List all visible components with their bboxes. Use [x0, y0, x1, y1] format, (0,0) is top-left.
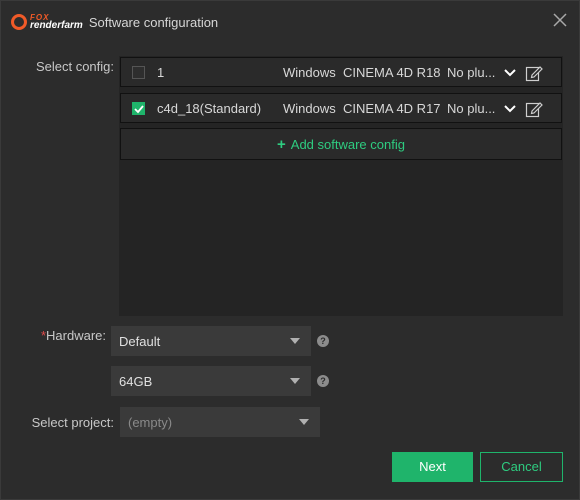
config-row-2[interactable]: c4d_18(Standard) Windows CINEMA 4D R17 N…	[120, 93, 562, 123]
config-os: Windows	[283, 64, 336, 80]
add-software-config-button[interactable]: + Add software config	[120, 128, 562, 160]
config-plugin: No plu...	[447, 64, 496, 80]
config-plugin: No plu...	[447, 100, 496, 116]
software-config-dialog: FOX renderfarm Software configuration Se…	[0, 0, 580, 500]
config-os: Windows	[283, 100, 336, 116]
help-icon[interactable]: ?	[317, 335, 329, 347]
chevron-down-icon[interactable]	[503, 102, 517, 116]
edit-icon[interactable]	[525, 100, 543, 118]
add-software-config-label: Add software config	[290, 136, 405, 152]
logo-ring-icon	[11, 14, 27, 30]
config-row-1[interactable]: 1 Windows CINEMA 4D R18 No plu...	[120, 57, 562, 87]
caret-down-icon	[290, 338, 300, 344]
foxrenderfarm-logo: FOX renderfarm	[11, 14, 83, 31]
config-software: CINEMA 4D R17	[343, 100, 441, 116]
help-icon[interactable]: ?	[317, 375, 329, 387]
cancel-button[interactable]: Cancel	[480, 452, 563, 482]
config-software: CINEMA 4D R18	[343, 64, 441, 80]
edit-icon[interactable]	[525, 64, 543, 82]
config-name: c4d_18(Standard)	[157, 100, 262, 116]
hardware-label: *Hardware:	[40, 328, 106, 343]
config-checkbox-1[interactable]	[132, 66, 145, 79]
dialog-title: Software configuration	[88, 14, 219, 30]
memory-select-value: 64GB	[119, 373, 153, 389]
project-select[interactable]: (empty)	[120, 407, 320, 437]
config-name: 1	[157, 64, 165, 80]
close-button[interactable]	[551, 12, 569, 30]
memory-select[interactable]: 64GB	[111, 366, 311, 396]
select-project-label: Select project:	[31, 415, 114, 430]
hardware-select-value: Default	[119, 333, 161, 349]
next-button[interactable]: Next	[392, 452, 473, 482]
hardware-select[interactable]: Default	[111, 326, 311, 356]
logo-renderfarm-text: renderfarm	[30, 20, 83, 31]
title-bar: FOX renderfarm Software configuration	[1, 1, 579, 43]
config-list: 1 Windows CINEMA 4D R18 No plu... c4d_18…	[119, 56, 563, 316]
select-config-label: Select config:	[35, 59, 114, 74]
config-checkbox-2[interactable]	[132, 102, 145, 115]
plus-icon: +	[277, 135, 286, 153]
caret-down-icon	[299, 419, 309, 425]
close-icon	[553, 13, 567, 27]
caret-down-icon	[290, 378, 300, 384]
checkmark-icon	[134, 105, 144, 114]
project-select-value: (empty)	[128, 414, 173, 430]
chevron-down-icon[interactable]	[503, 66, 517, 80]
